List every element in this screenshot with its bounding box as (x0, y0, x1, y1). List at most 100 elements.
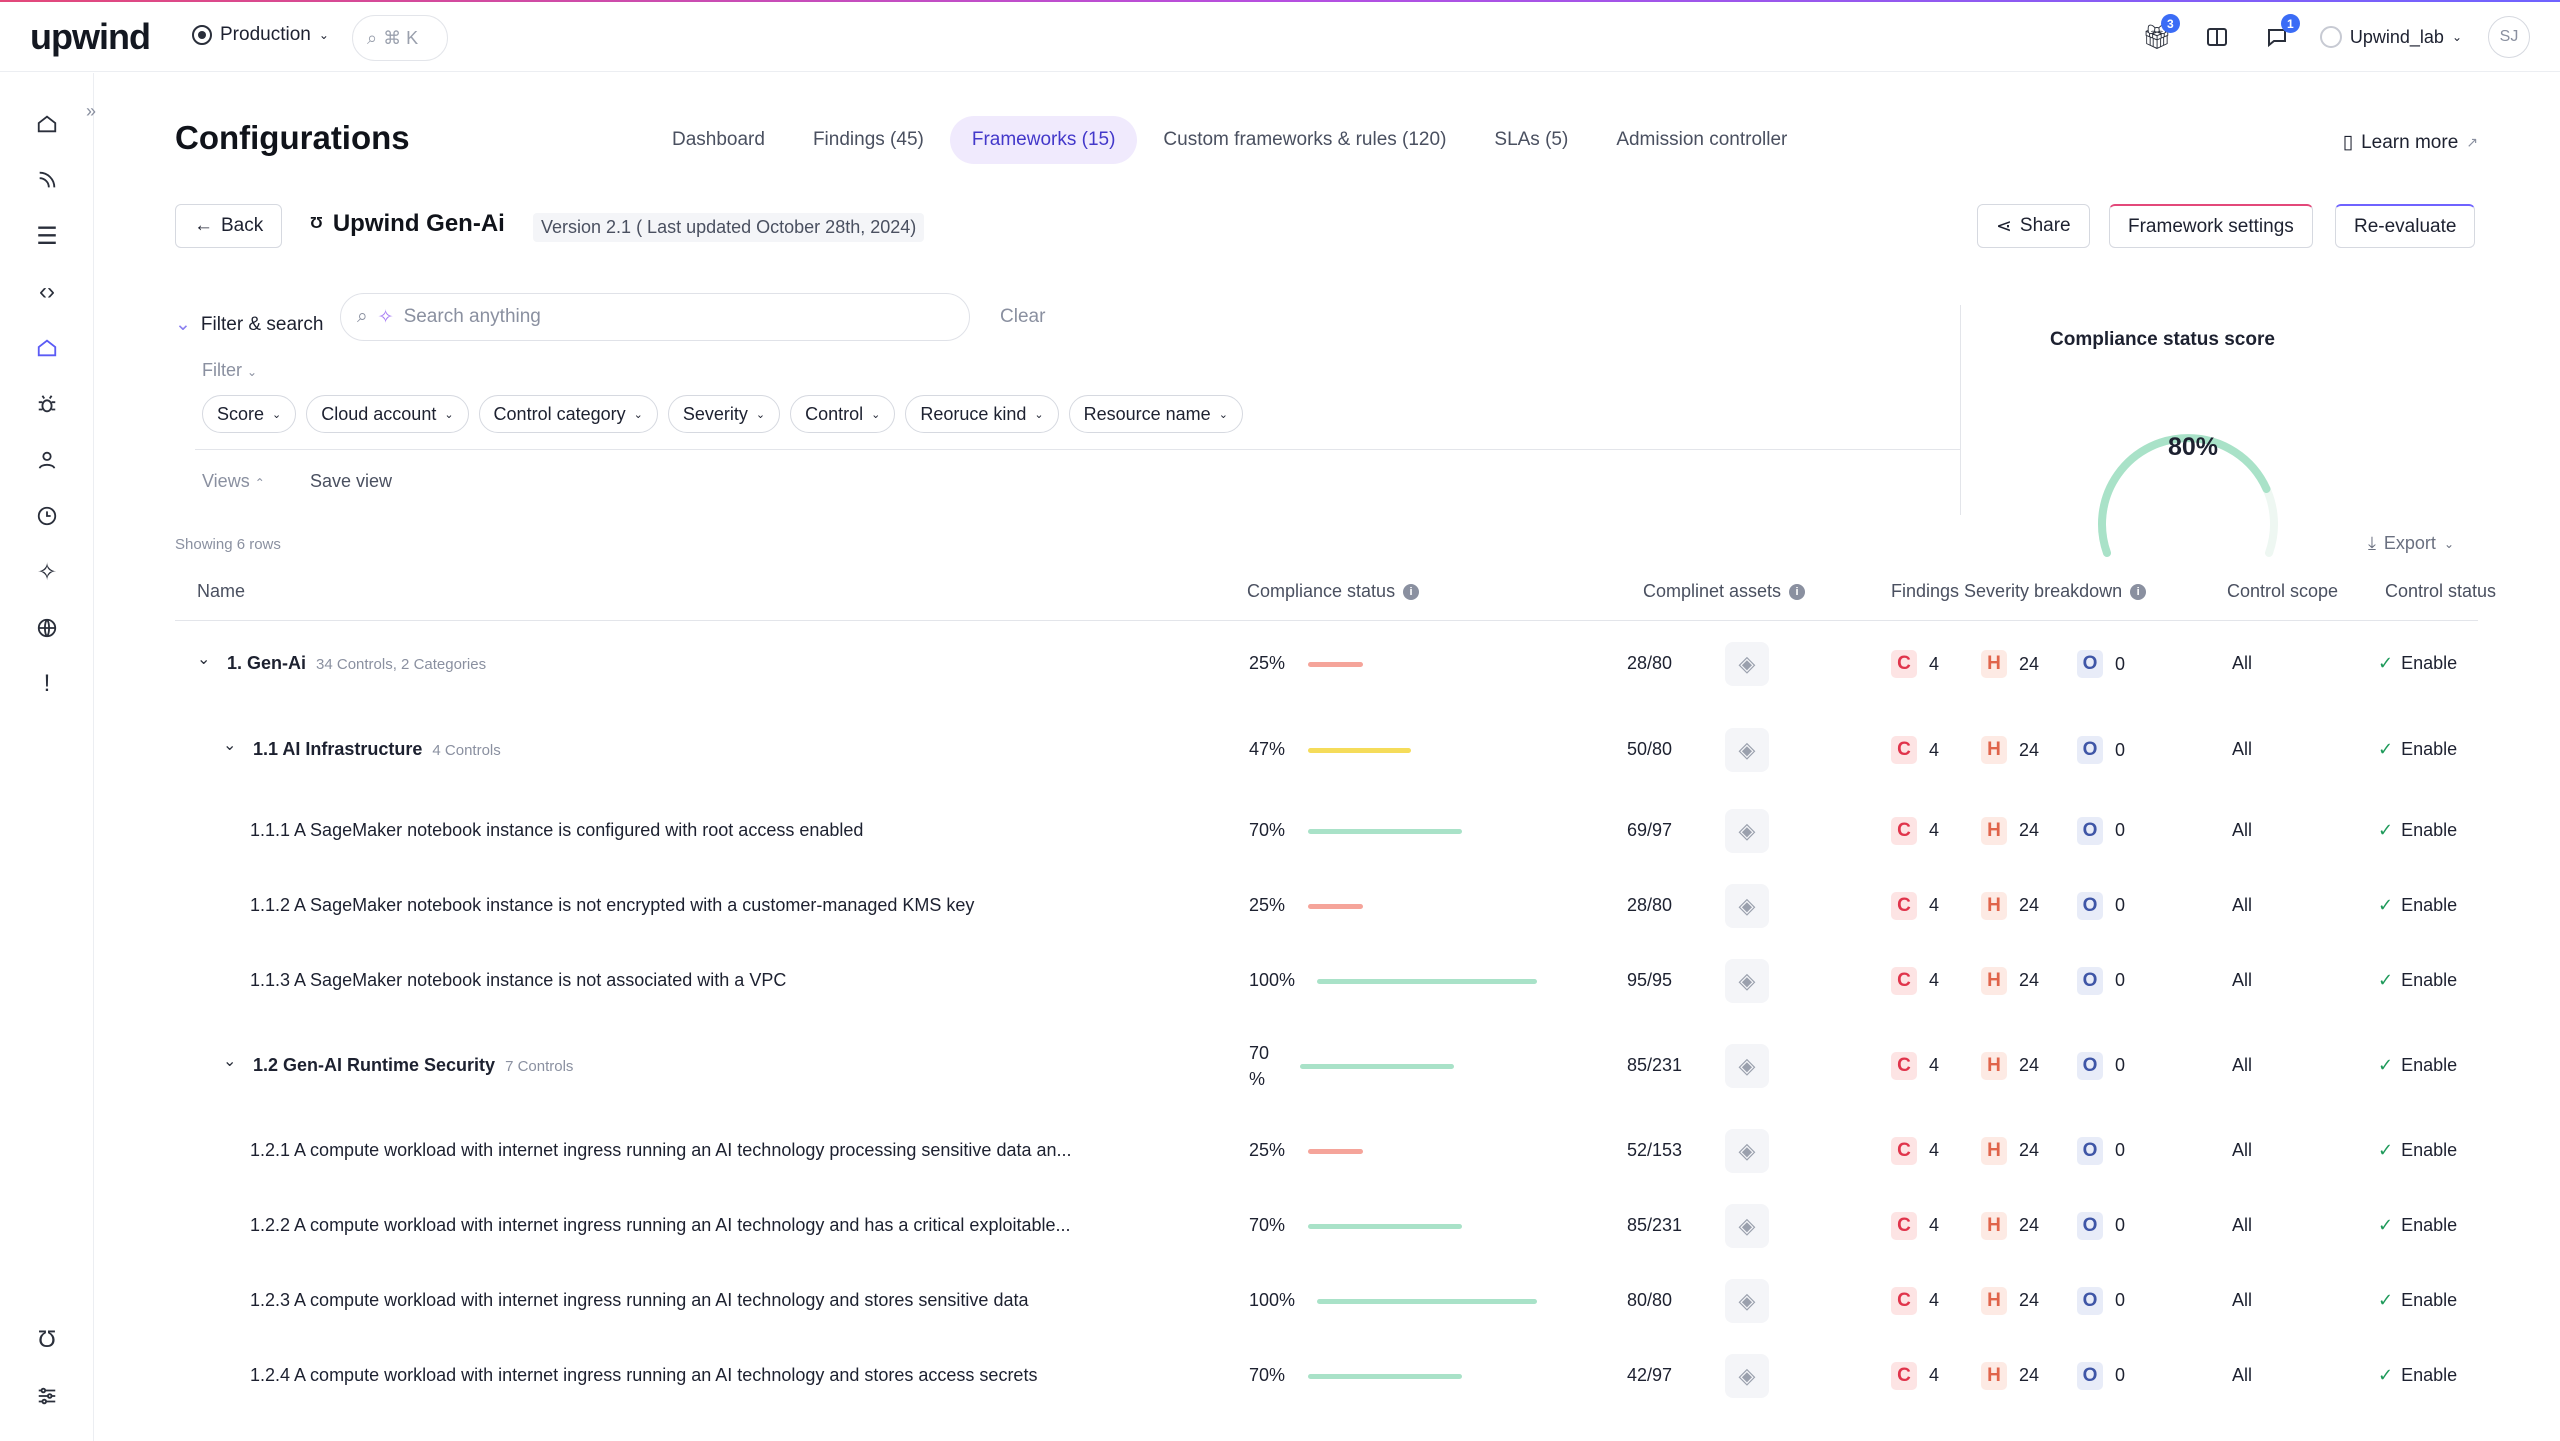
info-icon[interactable]: i (2130, 583, 2147, 600)
feed-icon[interactable] (30, 163, 64, 197)
control-scope: All (2232, 739, 2253, 759)
filter-chip-cloud-account[interactable]: Cloud account ⌄ (306, 395, 469, 433)
views-toggle[interactable]: Views ⌃ (202, 471, 265, 492)
filter-chip-resource-name[interactable]: Resource name ⌄ (1068, 395, 1243, 433)
info-icon[interactable]: i (1789, 583, 1806, 600)
alert-icon[interactable]: ! (30, 667, 64, 701)
table-row[interactable]: ⌄ 1. Gen-Ai 34 Controls, 2 Categories 25% 28… (175, 621, 2478, 707)
tab-slas[interactable]: SLAs (5) (1472, 116, 1590, 164)
filter-chip-control-category[interactable]: Control category ⌄ (478, 395, 658, 433)
table-row[interactable]: 1.2.2 A compute workload with internet i… (175, 1188, 2478, 1263)
share-button[interactable]: ⋖ Share (1977, 204, 2090, 248)
table-row[interactable]: 1.2.3 A compute workload with internet i… (175, 1263, 2478, 1338)
control-status[interactable]: ✓ Enable (2378, 1365, 2457, 1386)
chevron-down-icon[interactable]: ⌄ (223, 735, 236, 755)
book-icon[interactable] (2200, 20, 2234, 54)
code-icon[interactable]: ‹› (30, 275, 64, 309)
clear-button[interactable]: Clear (1000, 306, 1045, 328)
tab-admission-controller[interactable]: Admission controller (1594, 116, 1809, 164)
layers-icon[interactable]: ◈ (1725, 1203, 1769, 1248)
other-count: 0 (2115, 1055, 2126, 1075)
home-icon[interactable] (30, 107, 64, 141)
table-row[interactable]: 1.1.1 A SageMaker notebook instance is c… (175, 793, 2478, 868)
compliance-icon[interactable] (30, 331, 64, 365)
avatar[interactable]: SJ (2488, 16, 2530, 58)
command-search-button[interactable]: ⌕ ⌘ K (352, 15, 448, 61)
column-compliance[interactable]: Compliance status i (1247, 581, 1420, 602)
chevron-down-icon[interactable]: ⌄ (197, 649, 210, 669)
bug-icon[interactable] (30, 387, 64, 421)
gift-icon[interactable]: 🎁︎ 3 (2140, 14, 2180, 54)
control-status[interactable]: ✓ Enable (2378, 895, 2457, 916)
control-scope: All (2232, 1214, 2253, 1235)
table-row[interactable]: 1.1.2 A SageMaker notebook instance is n… (175, 868, 2478, 943)
learn-more-link[interactable]: ▯ Learn more ↗ (2343, 131, 2478, 154)
layers-icon[interactable]: ◈ (1725, 728, 1769, 772)
control-status[interactable]: ✓ Enable (2378, 1055, 2457, 1076)
check-icon: ✓ (2378, 819, 2394, 840)
tab-frameworks[interactable]: Frameworks (15) (949, 116, 1138, 164)
info-icon[interactable]: i (1403, 583, 1420, 600)
tab-dashboard[interactable]: Dashboard (650, 116, 787, 164)
control-status[interactable]: ✓ Enable (2378, 653, 2457, 674)
history-icon[interactable] (30, 499, 64, 533)
control-status[interactable]: ✓ Enable (2378, 1215, 2457, 1236)
layers-icon[interactable]: ◈ (1725, 1278, 1769, 1323)
control-status[interactable]: ✓ Enable (2378, 820, 2457, 841)
re-evaluate-button[interactable]: Re-evaluate (2335, 204, 2476, 248)
table-row[interactable]: ⌄ 1.1 AI Infrastructure 4 Controls 47% 50/80… (175, 707, 2478, 793)
layers-icon[interactable]: ◈ (1725, 1353, 1769, 1398)
table-row[interactable]: 1.1.3 A SageMaker notebook instance is n… (175, 943, 2478, 1018)
column-scope[interactable]: Control scope (2227, 581, 2338, 602)
column-assets[interactable]: Complinet assets i (1643, 581, 1806, 602)
table-row[interactable]: 1.2.4 A compute workload with internet i… (175, 1338, 2478, 1413)
layers-icon[interactable]: ◈ (1725, 1043, 1769, 1088)
layers-icon[interactable]: ◈ (1725, 642, 1769, 686)
column-findings[interactable]: Findings Severity breakdown i (1891, 581, 2147, 602)
layers-icon[interactable]: ◈ (1725, 958, 1769, 1003)
search-input[interactable]: ⌕ ✧ Search anything (340, 293, 970, 341)
compliant-assets: 52/153 (1627, 1139, 1683, 1160)
layers-icon[interactable]: ◈ (1725, 808, 1769, 853)
chat-icon[interactable]: 1 (2260, 14, 2300, 54)
export-button[interactable]: ⤓ Export ⌄ (2368, 533, 2454, 554)
filter-chip-score[interactable]: Score ⌄ (202, 395, 297, 433)
high-severity-icon: H (1981, 1051, 2007, 1080)
layers-icon[interactable]: ◈ (1725, 1128, 1769, 1173)
filter-chip-control[interactable]: Control ⌄ (790, 395, 896, 433)
control-status[interactable]: ✓ Enable (2378, 739, 2457, 760)
user-icon[interactable] (30, 443, 64, 477)
filter-search-toggle[interactable]: ⌄ Filter & search (175, 313, 323, 336)
column-status[interactable]: Control status (2385, 581, 2496, 602)
table-row[interactable]: ⌄ 1.2 Gen-AI Runtime Security 7 Controls 70… (175, 1018, 2478, 1113)
environment-selector[interactable]: Production ⌄ (192, 24, 329, 46)
back-button[interactable]: ← Back (175, 204, 283, 248)
layers-icon[interactable]: ◈ (1725, 883, 1769, 928)
settings-sliders-icon[interactable] (30, 1379, 64, 1413)
other-findings: O0 (2077, 966, 2125, 995)
filter-chip-severity[interactable]: Severity ⌄ (667, 395, 781, 433)
sparkle-icon[interactable]: ✧ (30, 555, 64, 589)
shortcut-label: ⌘ K (383, 27, 419, 48)
tab-custom-frameworks[interactable]: Custom frameworks & rules (120) (1141, 116, 1468, 164)
tab-findings[interactable]: Findings (45) (791, 116, 946, 164)
column-name[interactable]: Name (197, 581, 245, 602)
account-selector[interactable]: Upwind_lab ⌄ (2319, 26, 2462, 48)
globe-icon[interactable] (30, 611, 64, 645)
high-findings: H 24 (1981, 891, 2039, 920)
filter-toggle[interactable]: Filter ⌄ (202, 360, 257, 381)
framework-settings-button[interactable]: Framework settings (2109, 204, 2313, 248)
upwind-logo[interactable]: upwind (30, 16, 151, 58)
control-status[interactable]: ✓ Enable (2378, 1140, 2457, 1161)
compliant-assets: 95/95 (1627, 969, 1673, 990)
filter-chip-resource-kind[interactable]: Reoruce kind ⌄ (905, 395, 1059, 433)
high-count: 24 (2019, 1290, 2040, 1310)
control-status[interactable]: ✓ Enable (2378, 970, 2457, 991)
control-status[interactable]: ✓ Enable (2378, 1290, 2457, 1311)
list-icon[interactable]: ☰ (30, 219, 64, 253)
table-row[interactable]: 1.2.1 A compute workload with internet i… (175, 1113, 2478, 1188)
high-severity-icon: H (1981, 736, 2007, 764)
save-view-button[interactable]: Save view (310, 471, 392, 492)
chevron-down-icon[interactable]: ⌄ (223, 1051, 236, 1071)
upwind-mark-icon[interactable]: Ʊ (30, 1323, 64, 1357)
